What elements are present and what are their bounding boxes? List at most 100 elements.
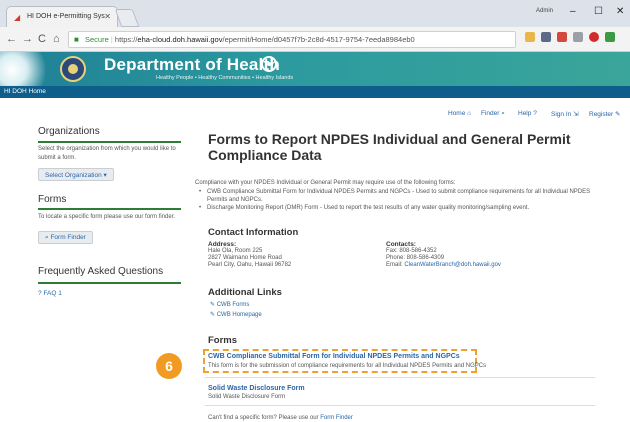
url-path: /epermit/Home/d0457f7b-2c8d-4517-9754-7e… xyxy=(222,35,415,44)
site-header: Department of Health Healthy People • He… xyxy=(0,52,630,86)
question-icon: ? xyxy=(38,290,42,297)
extension-icon[interactable] xyxy=(589,32,599,42)
cwb-forms-label: CWB Forms xyxy=(216,302,250,308)
extension-icon[interactable] xyxy=(541,32,551,42)
home-nav-link[interactable]: HI DOH Home xyxy=(4,88,46,95)
extension-icon[interactable] xyxy=(605,32,615,42)
home-link[interactable]: Home ⌂ xyxy=(448,110,471,117)
signin-icon: ⇲ xyxy=(573,111,579,118)
cwb-forms-link[interactable]: ✎ CWB Forms xyxy=(210,301,249,308)
browser-tab-bar: ◢ HI DOH e-Permitting Sys ✕ Admin – ☐ ✕ xyxy=(0,0,630,27)
browser-tab[interactable]: ◢ HI DOH e-Permitting Sys ✕ xyxy=(6,6,118,27)
email-link[interactable]: CleanWaterBranch@doh.hawaii.gov xyxy=(404,262,501,268)
form-finder-hint: Can't find a specific form? Please use o… xyxy=(208,415,353,421)
form-finder-button[interactable]: ⌕ Form Finder xyxy=(38,231,93,244)
faq-link[interactable]: ? FAQ 1 xyxy=(38,290,62,297)
close-icon[interactable]: ✕ xyxy=(616,6,624,17)
extension-icon[interactable] xyxy=(557,32,567,42)
cwb-compliance-form-link[interactable]: CWB Compliance Submittal Form for Indivi… xyxy=(208,353,460,360)
register-icon: ✎ xyxy=(615,111,621,118)
new-tab-button[interactable] xyxy=(114,9,140,27)
url-input[interactable]: ■ Secure | https://eha-cloud.doh.hawaii.… xyxy=(68,31,516,48)
address-label: Address: xyxy=(208,241,237,248)
home-icon: ⌂ xyxy=(467,110,472,117)
section-divider xyxy=(38,141,181,143)
section-divider xyxy=(38,208,181,210)
search-icon: ⌕ xyxy=(501,110,505,117)
cwb-compliance-form-desc: This form is for the submission of compl… xyxy=(208,363,487,369)
contact-heading: Contact Information xyxy=(208,227,299,238)
select-organization-button[interactable]: Select Organization ▾ xyxy=(38,168,114,181)
fax-number: Fax: 808-586-4352 xyxy=(386,248,437,254)
signin-link-label: Sign In xyxy=(551,111,572,118)
solid-waste-form-desc: Solid Waste Disclosure Form xyxy=(208,394,286,400)
tab-title: HI DOH e-Permitting Sys xyxy=(27,13,105,20)
extension-icon[interactable] xyxy=(525,32,535,42)
form-finder-link[interactable]: Form Finder xyxy=(320,415,353,421)
site-favicon-icon: ◢ xyxy=(14,13,21,22)
url-prefix: https:// xyxy=(114,35,138,44)
form-finder-label: Form Finder xyxy=(50,234,86,241)
section-divider xyxy=(38,282,181,284)
forms-text: To locate a specific form please use our… xyxy=(38,214,176,220)
chevron-down-icon: ▾ xyxy=(103,172,107,179)
department-title[interactable]: Department of Health xyxy=(104,55,280,75)
compliance-form-list: CWB Compliance Submittal Form for Indivi… xyxy=(195,189,595,214)
email-prefix: Email: xyxy=(386,262,405,268)
back-icon[interactable]: ← xyxy=(6,33,17,45)
maximize-icon[interactable]: ☐ xyxy=(594,6,603,17)
help-link-label: Help xyxy=(518,110,532,117)
form-finder-hint-text: Can't find a specific form? Please use o… xyxy=(208,415,321,421)
list-item: CWB Compliance Submittal Form for Indivi… xyxy=(195,189,595,204)
signin-link[interactable]: Sign In ⇲ xyxy=(551,110,579,118)
divider xyxy=(205,405,595,406)
select-organization-label: Select Organization xyxy=(45,172,102,179)
url-host: eha-cloud.doh.hawaii.gov xyxy=(137,35,223,44)
organizations-text: Select the organization from which you w… xyxy=(38,146,176,161)
email-line: Email: CleanWaterBranch@doh.hawaii.gov xyxy=(386,262,501,269)
divider xyxy=(205,377,595,378)
url-text: https://eha-cloud.doh.hawaii.gov/epermit… xyxy=(115,35,415,44)
nav-bar: HI DOH Home xyxy=(0,86,630,98)
minimize-icon[interactable]: – xyxy=(570,6,576,17)
tab-close-icon[interactable]: ✕ xyxy=(104,12,111,21)
register-link[interactable]: Register ✎ xyxy=(589,110,620,118)
help-link[interactable]: Help ? xyxy=(518,110,537,117)
search-icon: ⌕ xyxy=(45,234,49,241)
phone-number: Phone: 808-586-4309 xyxy=(386,255,445,261)
cwb-homepage-link[interactable]: ✎ CWB Homepage xyxy=(210,311,262,318)
organizations-heading: Organizations xyxy=(38,126,100,137)
home-link-label: Home xyxy=(448,110,466,117)
faq-link-label: FAQ 1 xyxy=(43,290,62,297)
address-line: 2827 Waimano Home Road xyxy=(208,255,282,261)
reload-icon[interactable]: C xyxy=(38,33,46,45)
solid-waste-form-link[interactable]: Solid Waste Disclosure Form xyxy=(208,385,305,392)
extension-icon[interactable] xyxy=(573,32,583,42)
flower-logo-icon xyxy=(261,56,277,72)
wave-graphic xyxy=(0,52,54,86)
contacts-label: Contacts: xyxy=(386,241,416,248)
lock-icon: ■ xyxy=(74,35,79,44)
home-icon[interactable]: ⌂ xyxy=(53,33,60,45)
forms-section-heading: Forms xyxy=(208,335,238,346)
profile-name[interactable]: Admin xyxy=(536,8,553,14)
cwb-homepage-label: CWB Homepage xyxy=(216,312,262,318)
secure-label: Secure xyxy=(85,35,109,44)
faq-heading: Frequently Asked Questions xyxy=(38,266,164,277)
link-icon: ✎ xyxy=(210,302,216,308)
additional-links-heading: Additional Links xyxy=(208,287,282,298)
link-icon: ✎ xyxy=(210,312,216,318)
site-tagline: Healthy People • Healthy Communities • H… xyxy=(156,75,294,81)
contacts-block: Contacts: Fax: 808-586-4352 Phone: 808-5… xyxy=(386,241,501,269)
list-item: Discharge Monitoring Report (DMR) Form -… xyxy=(195,205,595,213)
finder-link-label: Finder xyxy=(481,110,500,117)
intro-text: Compliance with your NPDES Individual or… xyxy=(195,180,456,186)
address-block: Address: Hale Ola, Room 225 2827 Waimano… xyxy=(208,241,291,269)
forms-heading: Forms xyxy=(38,194,67,205)
state-seal-icon xyxy=(60,56,86,82)
step-number-badge: 6 xyxy=(156,353,182,379)
forward-icon[interactable]: → xyxy=(22,33,33,45)
register-link-label: Register xyxy=(589,111,614,118)
finder-link[interactable]: Finder ⌕ xyxy=(481,110,505,118)
address-bar-row: ← → C ⌂ ■ Secure | https://eha-cloud.doh… xyxy=(0,27,630,52)
